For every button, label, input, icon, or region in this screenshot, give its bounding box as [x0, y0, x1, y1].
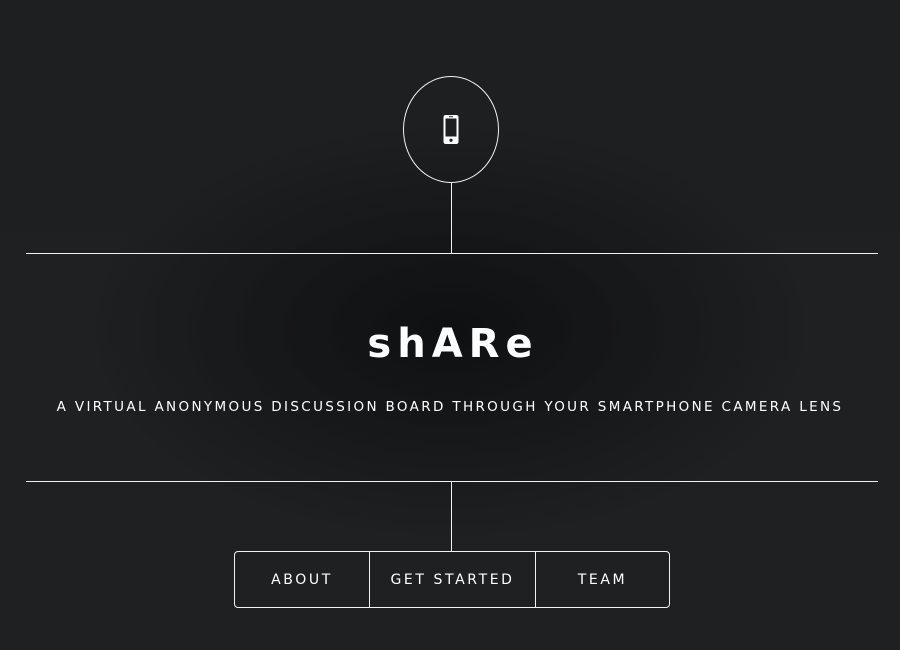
get-started-button[interactable]: GET STARTED: [369, 552, 535, 607]
connector-line-bottom: [451, 482, 452, 551]
connector-line-top: [451, 183, 452, 254]
logo-circle: [403, 76, 499, 183]
tagline: A VIRTUAL ANONYMOUS DISCUSSION BOARD THR…: [56, 399, 844, 415]
divider-bottom: [26, 481, 878, 482]
app-title: shARe: [367, 321, 539, 367]
team-button[interactable]: TEAM: [535, 552, 669, 607]
divider-top: [26, 253, 878, 254]
main-nav: ABOUT GET STARTED TEAM: [234, 551, 670, 608]
about-button[interactable]: ABOUT: [235, 552, 369, 607]
smartphone-icon: [443, 115, 459, 144]
